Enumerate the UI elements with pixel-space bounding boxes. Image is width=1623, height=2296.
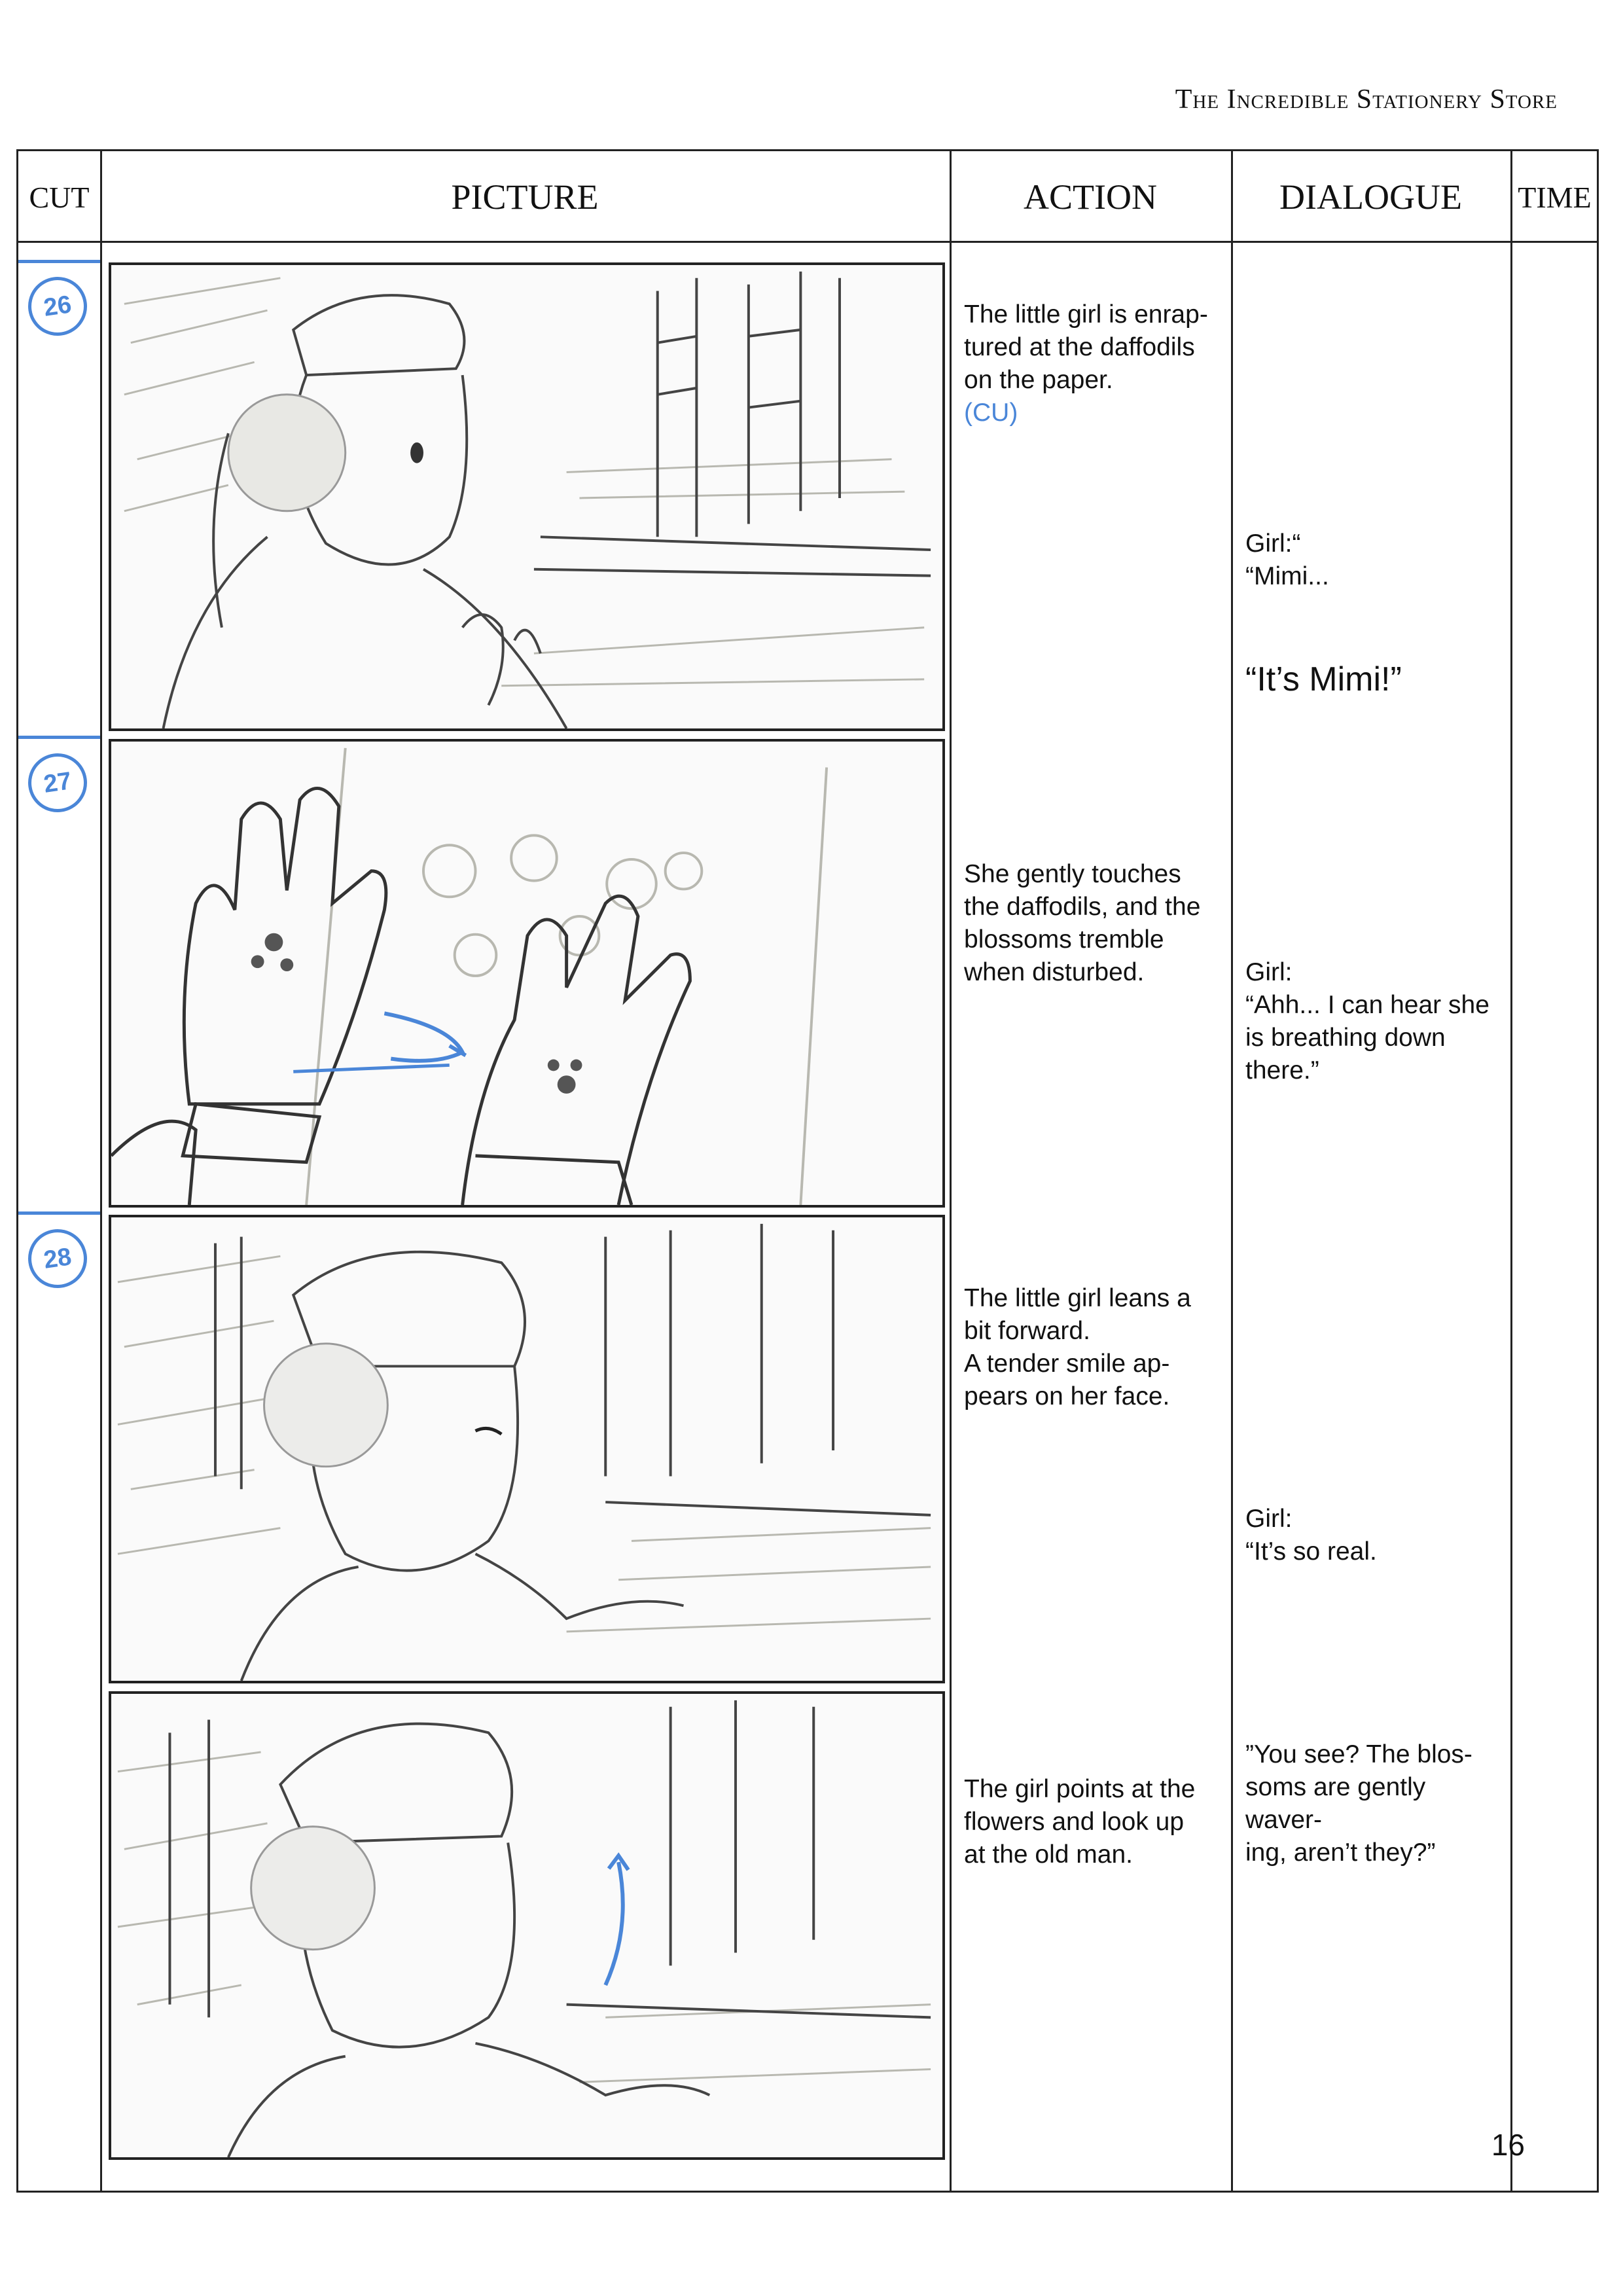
picture-frame-28b	[109, 1691, 945, 2160]
action-text-28b: The girl points at the flowers and look …	[964, 1775, 1196, 1869]
cut-divider-28	[18, 1211, 100, 1215]
column-header-time: TIME	[1518, 180, 1592, 214]
dialogue-emphasis-26: “It’s Mimi!”	[1245, 660, 1402, 698]
dialogue-text-26: Girl:“ “Mimi...	[1245, 529, 1329, 590]
cut-number-27: 27	[24, 749, 91, 816]
dialogue-text-28b: ”You see? The blos- soms are gently wave…	[1245, 1740, 1472, 1867]
cut-number-26: 26	[24, 273, 91, 340]
sketch-girl-leaning	[117, 1223, 931, 1681]
picture-frame-28a	[109, 1215, 945, 1683]
action-text-26: The little girl is enrap- tured at the d…	[964, 300, 1208, 394]
divider-picture	[950, 151, 952, 2191]
action-text-27: She gently touches the daffodils, and th…	[964, 860, 1201, 986]
divider-cut	[100, 151, 102, 2191]
picture-frame-27	[109, 739, 945, 1208]
divider-dialogue	[1510, 151, 1512, 2191]
dialogue-text-27: Girl: “Ahh... I can hear she is breathin…	[1245, 958, 1489, 1085]
storyboard-sheet: CUT PICTURE ACTION DIALOGUE TIME 26 27 2…	[16, 149, 1599, 2193]
cut-divider-27	[18, 736, 100, 739]
sketch-girl-looking-up	[117, 1700, 931, 2157]
page-number: 16	[1491, 2128, 1525, 2162]
action-text-28a: The little girl leans a bit forward. A t…	[964, 1284, 1191, 1410]
picture-frame-26	[109, 262, 945, 731]
sketch-girl-closeup	[124, 271, 931, 728]
action-note-26: (CU)	[964, 399, 1018, 427]
cut-divider-26	[18, 260, 100, 263]
column-header-picture: PICTURE	[451, 177, 599, 217]
divider-action	[1231, 151, 1233, 2191]
dialogue-text-28a: Girl: “It’s so real.	[1245, 1505, 1377, 1566]
document-title: The Incredible Stationery Store	[1175, 84, 1558, 115]
cut-number-28: 28	[24, 1225, 91, 1292]
sketch-gloved-hands	[111, 747, 829, 1205]
column-header-dialogue: DIALOGUE	[1279, 177, 1462, 217]
column-header-cut: CUT	[29, 180, 90, 214]
column-header-action: ACTION	[1024, 177, 1157, 217]
